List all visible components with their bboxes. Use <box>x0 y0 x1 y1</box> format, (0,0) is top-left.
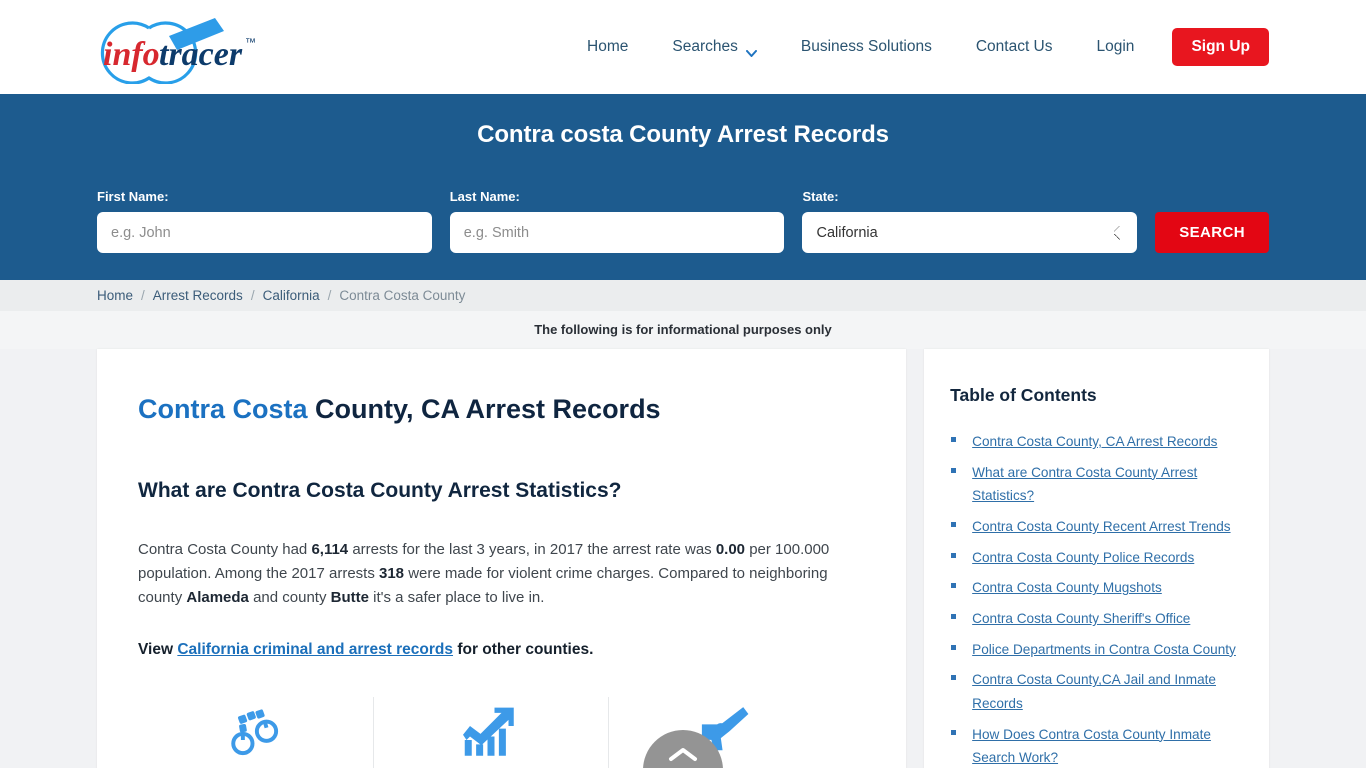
toc-link-6[interactable]: Police Departments in Contra Costa Count… <box>972 642 1236 657</box>
last-name-label: Last Name: <box>449 189 520 204</box>
last-name-field-group: Last Name: <box>449 189 785 253</box>
svg-text:™: ™ <box>245 37 256 49</box>
page-title: Contra Costa County, CA Arrest Records <box>138 393 865 427</box>
list-item: How Does Contra Costa County Inmate Sear… <box>950 723 1243 768</box>
first-name-label: First Name: <box>97 189 169 204</box>
page-title-rest: County, CA Arrest Records <box>307 394 661 424</box>
breadcrumb: Home / Arrest Records / California / Con… <box>0 280 1366 311</box>
toc-link-7[interactable]: Contra Costa County,CA Jail and Inmate R… <box>972 672 1216 711</box>
toc-link-8[interactable]: How Does Contra Costa County Inmate Sear… <box>972 727 1211 766</box>
nav-home-label: Home <box>587 38 629 55</box>
bullet-icon <box>951 614 957 620</box>
nav-contact-us-label: Contact Us <box>975 38 1053 55</box>
state-field-group: State: California <box>802 189 1138 253</box>
list-item: Contra Costa County Sheriff's Office <box>950 607 1243 631</box>
logo-graphic: info tracer ™ <box>100 18 256 84</box>
svg-text:tracer: tracer <box>159 36 243 73</box>
bullet-icon <box>951 729 957 735</box>
bullet-icon <box>951 675 957 681</box>
breadcrumb-item-current: Contra Costa County <box>339 288 466 303</box>
para-text-1: Contra Costa County had <box>138 540 312 558</box>
view-records-cta: View California criminal and arrest reco… <box>138 641 865 659</box>
first-name-input[interactable] <box>97 212 432 253</box>
para-text-2: arrests for the last 3 years, in 2017 th… <box>348 540 716 558</box>
sign-up-button[interactable]: Sign Up <box>1172 28 1269 66</box>
search-button[interactable]: SEARCH <box>1155 212 1269 253</box>
bullet-icon <box>951 552 957 558</box>
icon-cell-violent-crime <box>608 696 843 768</box>
bullet-icon <box>951 583 957 589</box>
bullet-icon <box>951 522 957 528</box>
search-form: First Name: Last Name: State: California… <box>97 189 1269 253</box>
breadcrumb-item-california[interactable]: California <box>263 288 320 303</box>
informational-notice: The following is for informational purpo… <box>0 311 1366 349</box>
state-label: State: <box>802 189 839 204</box>
page-root: info tracer ™ Home Searches Business Sol… <box>0 0 1366 768</box>
nav-login-label: Login <box>1096 38 1135 55</box>
arrest-rate: 0.00 <box>715 540 746 558</box>
toc-title: Table of Contents <box>950 385 1097 405</box>
first-name-field-group: First Name: <box>97 189 432 253</box>
california-records-link[interactable]: California criminal and arrest records <box>177 641 453 658</box>
icon-cell-arrests <box>138 697 373 768</box>
site-header: info tracer ™ Home Searches Business Sol… <box>0 0 1366 94</box>
toc-link-1[interactable]: What are Contra Costa County Arrest Stat… <box>972 465 1197 504</box>
list-item: Contra Costa County Police Records <box>950 546 1243 570</box>
nav-login[interactable]: Login <box>1075 38 1157 56</box>
breadcrumb-item-home[interactable]: Home <box>97 288 133 303</box>
bullet-icon <box>951 644 957 650</box>
icon-cell-trends <box>373 696 608 768</box>
page-title-highlight: Contra Costa <box>138 394 308 424</box>
bullet-icon <box>951 437 957 442</box>
list-item: What are Contra Costa County Arrest Stat… <box>950 461 1243 508</box>
nav-business-solutions-label: Business Solutions <box>800 38 932 55</box>
bullet-icon <box>951 467 957 473</box>
svg-text:info: info <box>103 36 160 73</box>
banner-title: Contra costa County Arrest Records <box>477 121 889 148</box>
infotracer-logo[interactable]: info tracer ™ <box>97 10 277 84</box>
chevron-down-icon <box>745 44 757 57</box>
nav-contact-us[interactable]: Contact Us <box>954 38 1075 56</box>
nav-business-solutions[interactable]: Business Solutions <box>779 38 954 56</box>
main-navigation: Home Searches Business Solutions Contact… <box>565 0 1269 94</box>
breadcrumb-separator: / <box>250 288 255 303</box>
violent-crime-count: 318 <box>379 565 405 583</box>
toc-link-4[interactable]: Contra Costa County Mugshots <box>972 580 1162 595</box>
nav-searches[interactable]: Searches <box>650 38 778 57</box>
statistics-icon-strip <box>138 696 865 768</box>
toc-link-2[interactable]: Contra Costa County Recent Arrest Trends <box>972 519 1230 534</box>
para-text-6: it's a safer place to live in. <box>368 589 545 607</box>
arrests-count: 6,114 <box>311 540 349 558</box>
nav-home[interactable]: Home <box>565 38 650 56</box>
last-name-input[interactable] <box>449 212 785 253</box>
nav-searches-label: Searches <box>672 38 738 55</box>
content-area: Contra Costa County, CA Arrest Records W… <box>0 349 1366 768</box>
list-item: Contra Costa County, CA Arrest Records <box>950 430 1243 454</box>
toc-link-5[interactable]: Contra Costa County Sheriff's Office <box>972 611 1190 626</box>
toc-link-3[interactable]: Contra Costa County Police Records <box>972 550 1194 565</box>
statistics-paragraph: Contra Costa County had 6,114 arrests fo… <box>138 538 865 611</box>
chevron-up-icon <box>669 748 697 761</box>
list-item: Contra Costa County,CA Jail and Inmate R… <box>950 668 1243 715</box>
list-item: Police Departments in Contra Costa Count… <box>950 638 1243 662</box>
breadcrumb-separator: / <box>141 288 145 303</box>
growth-chart-icon <box>463 707 514 756</box>
para-text-5: and county <box>248 589 331 607</box>
search-banner: Contra costa County Arrest Records First… <box>0 94 1366 280</box>
handcuffs-icon <box>230 709 278 755</box>
neighbor-county-1: Alameda <box>186 589 249 607</box>
main-article-card: Contra Costa County, CA Arrest Records W… <box>97 349 907 768</box>
toc-list: Contra Costa County, CA Arrest Records W… <box>950 430 1243 768</box>
table-of-contents-card: Table of Contents Contra Costa County, C… <box>924 349 1269 768</box>
breadcrumb-item-arrest-records[interactable]: Arrest Records <box>153 288 243 303</box>
breadcrumb-separator: / <box>327 288 332 303</box>
toc-link-0[interactable]: Contra Costa County, CA Arrest Records <box>972 434 1217 449</box>
neighbor-county-2: Butte <box>330 589 369 607</box>
section-heading-statistics: What are Contra Costa County Arrest Stat… <box>138 478 622 502</box>
list-item: Contra Costa County Mugshots <box>950 576 1243 600</box>
cta-suffix: for other counties. <box>453 640 594 658</box>
state-select[interactable]: California <box>802 212 1138 253</box>
cta-prefix: View <box>138 640 178 658</box>
list-item: Contra Costa County Recent Arrest Trends <box>950 515 1243 539</box>
